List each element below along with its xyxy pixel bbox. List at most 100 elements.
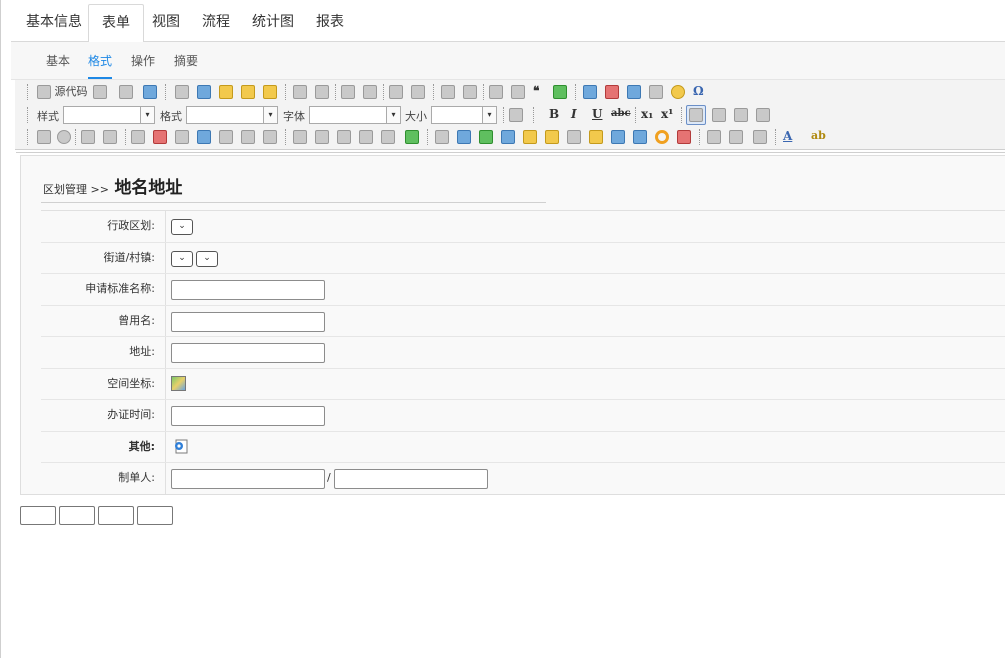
grid-field-button[interactable] xyxy=(405,128,419,146)
find-button[interactable] xyxy=(341,83,355,101)
department-field-button[interactable] xyxy=(197,128,211,146)
list-field-button[interactable] xyxy=(131,128,145,146)
qrcode-button[interactable] xyxy=(567,128,581,146)
gis-button[interactable] xyxy=(589,128,603,146)
preview-button[interactable] xyxy=(119,83,133,101)
strikethrough-button[interactable]: abc xyxy=(611,108,631,119)
paste-button[interactable] xyxy=(219,83,233,101)
tab-view[interactable]: 视图 xyxy=(139,4,193,42)
copy-button[interactable] xyxy=(197,83,211,101)
circle-button[interactable] xyxy=(655,128,669,146)
card-button[interactable] xyxy=(501,128,515,146)
text-color-button[interactable]: A xyxy=(783,129,792,143)
unlink-button[interactable] xyxy=(729,128,743,146)
justify-button[interactable] xyxy=(756,106,770,124)
source-code-button[interactable]: 源代码 xyxy=(37,83,88,101)
tab-report[interactable]: 报表 xyxy=(303,4,357,42)
bg-color-button[interactable]: ab xyxy=(811,129,826,142)
anchor-button[interactable] xyxy=(753,128,767,146)
align-right-button[interactable] xyxy=(734,106,748,124)
horizontal-rule-button[interactable] xyxy=(649,83,663,101)
layers-button[interactable] xyxy=(457,128,471,146)
common-name-input[interactable] xyxy=(171,311,325,332)
indent-button[interactable] xyxy=(511,83,525,101)
image-button[interactable] xyxy=(583,83,597,101)
size-select[interactable]: ▾ xyxy=(431,106,497,124)
issue-time-input[interactable] xyxy=(171,406,325,426)
outdent-button[interactable] xyxy=(489,83,503,101)
dictionary-field-button[interactable] xyxy=(219,128,233,146)
maximize-button[interactable] xyxy=(509,106,523,124)
tab-basic-info[interactable]: 基本信息 xyxy=(13,4,95,42)
user-field-button[interactable] xyxy=(175,128,189,146)
view-field-button[interactable] xyxy=(337,128,351,146)
blockquote-button[interactable]: ❝ xyxy=(533,84,539,98)
subscript-button[interactable]: x₁ xyxy=(641,107,653,121)
subform-button[interactable] xyxy=(263,128,277,146)
font-select[interactable]: ▾ xyxy=(309,106,401,124)
address-input[interactable] xyxy=(171,343,325,363)
cut-button[interactable] xyxy=(175,83,189,101)
street-select[interactable]: ⌄ xyxy=(171,250,193,267)
div-container-button[interactable] xyxy=(553,83,567,101)
textfield-button[interactable] xyxy=(81,128,95,146)
paste-text-button[interactable] xyxy=(241,83,255,101)
date-field-button[interactable] xyxy=(153,128,167,146)
textarea-button[interactable] xyxy=(103,128,117,146)
map-button[interactable] xyxy=(523,128,537,146)
templates-button[interactable] xyxy=(143,83,157,101)
district-select[interactable]: ⌄ xyxy=(171,219,193,235)
tab-flow[interactable]: 流程 xyxy=(189,4,243,42)
std-name-input[interactable] xyxy=(171,280,325,300)
tab-chart[interactable]: 统计图 xyxy=(239,4,307,42)
subtab-format[interactable]: 格式 xyxy=(88,42,113,79)
italic-button[interactable]: I xyxy=(571,107,577,121)
paste-word-button[interactable] xyxy=(263,83,277,101)
tab-form[interactable]: 表单 xyxy=(88,4,144,43)
button-field-button[interactable] xyxy=(359,128,373,146)
redo-button[interactable] xyxy=(315,83,329,101)
action-button-1[interactable] xyxy=(20,506,56,525)
web-link-icon[interactable] xyxy=(173,438,189,454)
creator-input[interactable] xyxy=(171,469,325,489)
smiley-button[interactable] xyxy=(671,83,685,101)
hidden-field-button[interactable] xyxy=(293,128,307,146)
style-select[interactable]: ▾ xyxy=(63,106,155,124)
creator-date-input[interactable] xyxy=(334,469,488,489)
computed-field-button[interactable] xyxy=(315,128,329,146)
action-button-2[interactable] xyxy=(59,506,95,525)
superscript-button[interactable]: x¹ xyxy=(661,107,673,121)
underline-button[interactable]: U xyxy=(592,107,602,121)
save-button[interactable] xyxy=(93,83,107,101)
replace-button[interactable] xyxy=(363,83,377,101)
action-button-3[interactable] xyxy=(98,506,134,525)
link-button[interactable] xyxy=(707,128,721,146)
subtab-basic[interactable]: 基本 xyxy=(46,42,70,79)
align-left-button[interactable] xyxy=(686,105,706,125)
flash-button[interactable] xyxy=(605,83,619,101)
radio-field-button[interactable] xyxy=(57,128,71,146)
select-all-button[interactable] xyxy=(389,83,403,101)
undo-button[interactable] xyxy=(293,83,307,101)
word-button[interactable] xyxy=(611,128,625,146)
align-center-button[interactable] xyxy=(712,106,726,124)
location-button[interactable] xyxy=(545,128,559,146)
map-picker-icon[interactable] xyxy=(171,375,186,391)
village-select[interactable]: ⌄ xyxy=(196,250,218,267)
bold-button[interactable]: B xyxy=(549,107,559,121)
photo-button[interactable] xyxy=(479,128,493,146)
attachment-button[interactable] xyxy=(435,128,449,146)
table-button[interactable] xyxy=(627,83,641,101)
web-button[interactable] xyxy=(633,128,647,146)
record-button[interactable] xyxy=(677,128,691,146)
numbered-list-button[interactable] xyxy=(441,83,455,101)
special-char-button[interactable]: Ω xyxy=(693,84,704,98)
bullet-list-button[interactable] xyxy=(463,83,477,101)
format-select[interactable]: ▾ xyxy=(186,106,278,124)
subtab-summary[interactable]: 摘要 xyxy=(174,42,198,79)
action-button-4[interactable] xyxy=(137,506,173,525)
tree-field-button[interactable] xyxy=(241,128,255,146)
checkbox-field-button[interactable] xyxy=(37,128,51,146)
remove-format-button[interactable] xyxy=(411,83,425,101)
subtab-operation[interactable]: 操作 xyxy=(131,42,155,79)
